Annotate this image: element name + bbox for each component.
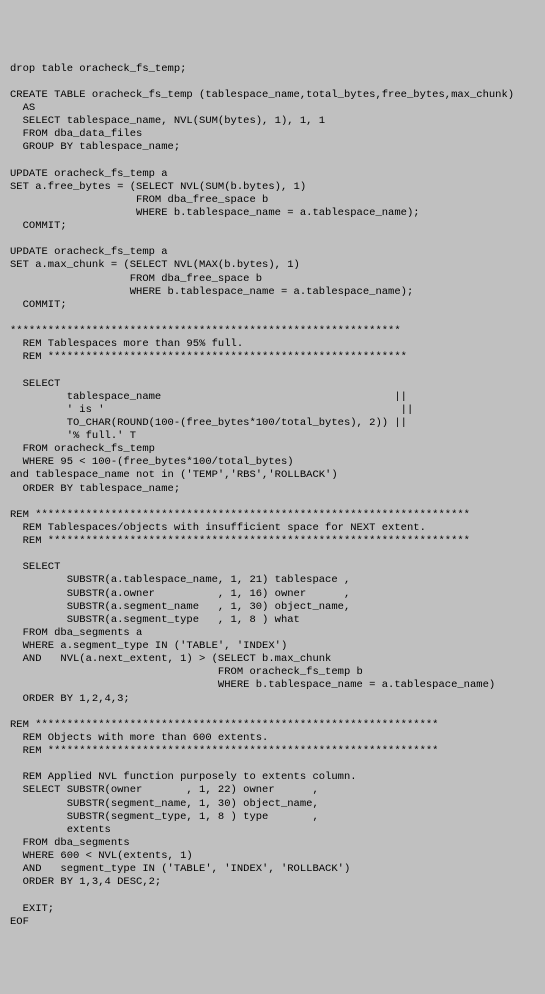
sql-code-block: drop table oracheck_fs_temp; CREATE TABL… xyxy=(10,63,535,929)
